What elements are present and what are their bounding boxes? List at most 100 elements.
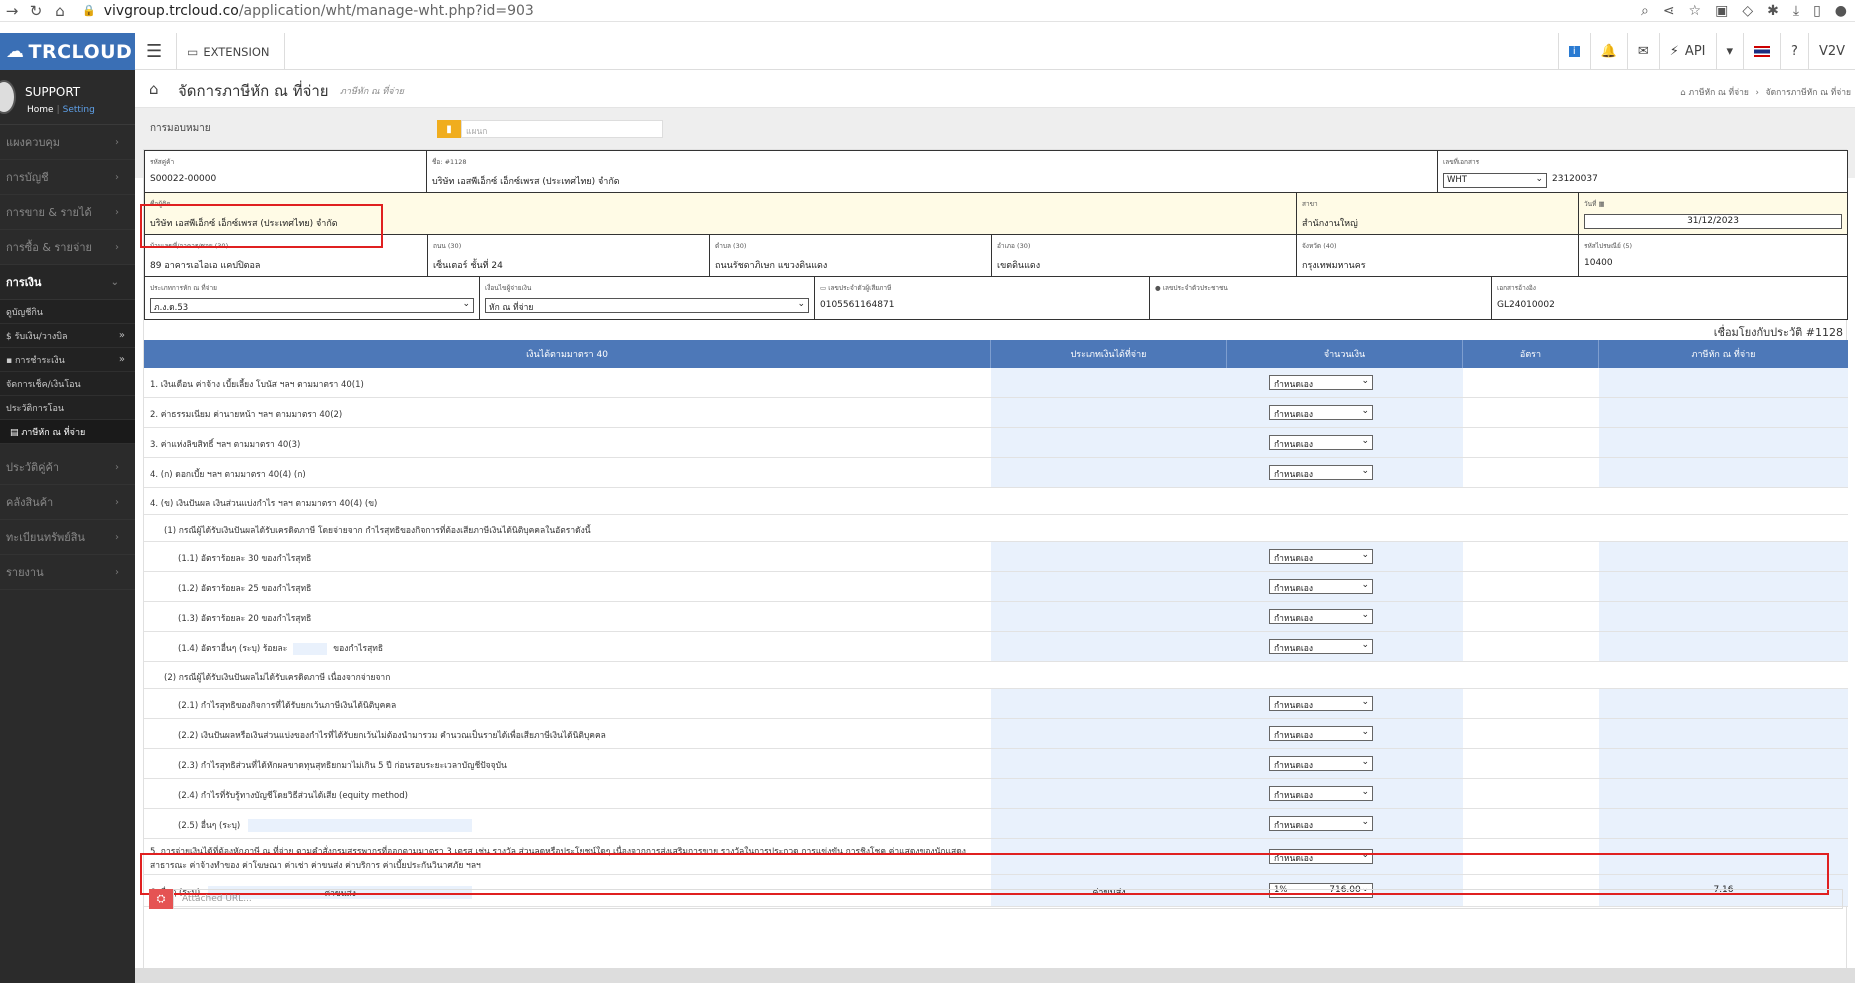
info-button[interactable]: i [1557,33,1590,70]
notification-button[interactable]: 🔔 [1589,33,1627,70]
branch[interactable]: สำนักงานใหญ่ [1302,216,1358,230]
table-cell[interactable] [991,368,1227,397]
attach-file-icon[interactable]: ⛭ [149,889,173,909]
sidebar-sub-payment[interactable]: ▪ การชำระเงิน» [0,348,135,372]
table-cell[interactable] [991,602,1227,631]
table-cell[interactable] [991,749,1227,778]
rate-select[interactable]: กำหนดเอง ⌄ [1269,816,1373,831]
sidebar-item-inventory[interactable]: คลังสินค้า › [0,485,135,520]
home-icon[interactable]: ⌂ [48,2,72,20]
rate-select[interactable]: กำหนดเอง ⌄ [1269,726,1373,741]
document-prefix-select[interactable]: WHT ⌄ [1443,173,1547,188]
avatar[interactable] [0,80,16,114]
postcode[interactable]: 10400 [1584,258,1613,268]
rate-select[interactable]: กำหนดเอง ⌄ [1269,549,1373,564]
api-button[interactable]: ⚡ API [1658,33,1716,70]
rate-select[interactable]: กำหนดเอง ⌄ [1269,756,1373,771]
mail-button[interactable]: ✉ [1626,33,1659,70]
sidebar-item-dashboard[interactable]: แผงควบคุม › [0,125,135,160]
sidebar-item-reports[interactable]: รายงาน › [0,555,135,590]
extension-button[interactable]: ▭ EXTENSION [176,33,285,70]
table-cell[interactable] [991,458,1227,487]
sidebar-item-sales[interactable]: การขาย & รายได้ › [0,195,135,230]
table-cell[interactable] [1599,602,1848,631]
table-cell[interactable] [1599,719,1848,748]
district[interactable]: เขตดินแดง [997,258,1040,272]
customer-code[interactable]: S00022-00000 [150,174,216,184]
sidebar-sub-transfer-history[interactable]: ประวัติการโอน [0,396,135,420]
table-cell[interactable] [991,428,1227,457]
rate-select[interactable]: กำหนดเอง ⌄ [1269,435,1373,450]
subdistrict[interactable]: ถนนรัชดาภิเษก แขวงดินแดง [715,258,827,272]
download-icon[interactable]: ⤓ [1793,3,1799,19]
rate-select[interactable]: กำหนดเอง ⌄ [1269,405,1373,420]
table-cell[interactable] [1599,428,1848,457]
profile-icon[interactable]: ● [1835,3,1847,19]
wht-type-select[interactable]: ภ.ง.ด.53 ⌄ [150,298,474,313]
home-icon[interactable]: ⌂ [149,80,159,98]
rate-select[interactable]: กำหนดเอง ⌄ [1269,639,1373,654]
setting-link[interactable]: Setting [63,105,95,115]
sidebar-item-accounting[interactable]: การบัญชี › [0,160,135,195]
reference-document[interactable]: GL24010002 [1497,300,1555,310]
table-cell[interactable] [1599,398,1848,427]
language-button[interactable] [1743,33,1780,70]
sidebar-item-assets[interactable]: ทะเบียนทรัพย์สิน › [0,520,135,555]
department-input[interactable]: แผนก [461,120,663,138]
table-cell[interactable] [991,632,1227,661]
table-cell[interactable] [1599,572,1848,601]
other-rate-input[interactable] [293,642,328,655]
address-bar[interactable]: 🔒 vivgroup.trcloud.co /application/wht/m… [82,3,534,19]
sidebar-sub-ledger[interactable]: ดูบัญชีกิน [0,300,135,324]
star-icon[interactable]: ☆ [1689,3,1702,19]
rate-select[interactable]: กำหนดเอง ⌄ [1269,786,1373,801]
document-number[interactable]: 23120037 [1552,174,1598,184]
table-cell[interactable] [991,572,1227,601]
sidebar-item-purchases[interactable]: การซื้อ & รายจ่าย › [0,230,135,265]
logo[interactable]: ☁ TRCLOUD [0,33,135,70]
payer-condition-select[interactable]: หัก ณ ที่จ่าย ⌄ [485,298,809,313]
table-cell[interactable] [1599,368,1848,397]
rate-select[interactable]: กำหนดเอง ⌄ [1269,579,1373,594]
table-cell[interactable] [1599,632,1848,661]
rate-select[interactable]: กำหนดเอง ⌄ [1269,375,1373,390]
customer-name[interactable]: บริษัท เอสพีเอ็กซ์ เอ็กซ์เพรส (ประเทศไทย… [432,174,620,188]
sidebar-sub-wht[interactable]: ▤ ภาษีหัก ณ ที่จ่าย [0,420,135,444]
sidebar-item-finance[interactable]: การเงิน ⌄ [0,265,135,300]
puzzle-icon[interactable]: ✱ [1767,3,1779,19]
attached-url-input[interactable]: Attached URL... [173,889,1843,909]
road[interactable]: เซ็นเตอร์ ชั้นที่ 24 [433,258,503,272]
table-cell[interactable] [991,719,1227,748]
sidebar-sub-receive[interactable]: $ รับเงิน/วางบิล» [0,324,135,348]
rate-select[interactable]: กำหนดเอง ⌄ [1269,696,1373,711]
table-cell[interactable] [991,542,1227,571]
table-cell[interactable] [1599,542,1848,571]
tax-id[interactable]: 0105561164871 [820,300,894,310]
home-link[interactable]: Home [27,105,54,115]
user-button[interactable]: V2V [1807,33,1855,70]
zoom-icon[interactable]: ⌕ [1641,3,1649,19]
table-cell[interactable] [991,809,1227,838]
table-cell[interactable] [1599,779,1848,808]
forward-icon[interactable]: → [0,2,24,20]
sidebar-item-contacts[interactable]: ประวัติคู่ค้า › [0,450,135,485]
rate-select[interactable]: กำหนดเอง ⌄ [1269,609,1373,624]
share-icon[interactable]: ⋖ [1663,3,1675,19]
table-cell[interactable] [991,779,1227,808]
sidebar-sub-cheque[interactable]: จัดการเช็ค/เงินโอน [0,372,135,396]
other-specify-input[interactable] [248,819,473,832]
extension-icon[interactable]: ▣ [1715,3,1728,19]
reload-icon[interactable]: ↻ [24,2,48,20]
table-cell[interactable] [1599,749,1848,778]
breadcrumb-item[interactable]: ภาษีหัก ณ ที่จ่าย [1688,88,1748,98]
help-button[interactable]: ? [1780,33,1808,70]
rate-select[interactable]: กำหนดเอง ⌄ [1269,465,1373,480]
province[interactable]: กรุงเทพมหานคร [1302,258,1366,272]
house-address[interactable]: 89 อาคารเอไอเอ แคปปิตอล [150,258,260,272]
menu-toggle-icon[interactable]: ☰ [146,41,162,62]
table-cell[interactable] [991,689,1227,718]
date-input[interactable]: 31/12/2023 [1584,214,1842,229]
shield-icon[interactable]: ◇ [1742,3,1753,19]
table-cell[interactable] [1599,809,1848,838]
history-link[interactable]: เชื่อมโยงกับประวัติ #1128 [1714,323,1843,341]
